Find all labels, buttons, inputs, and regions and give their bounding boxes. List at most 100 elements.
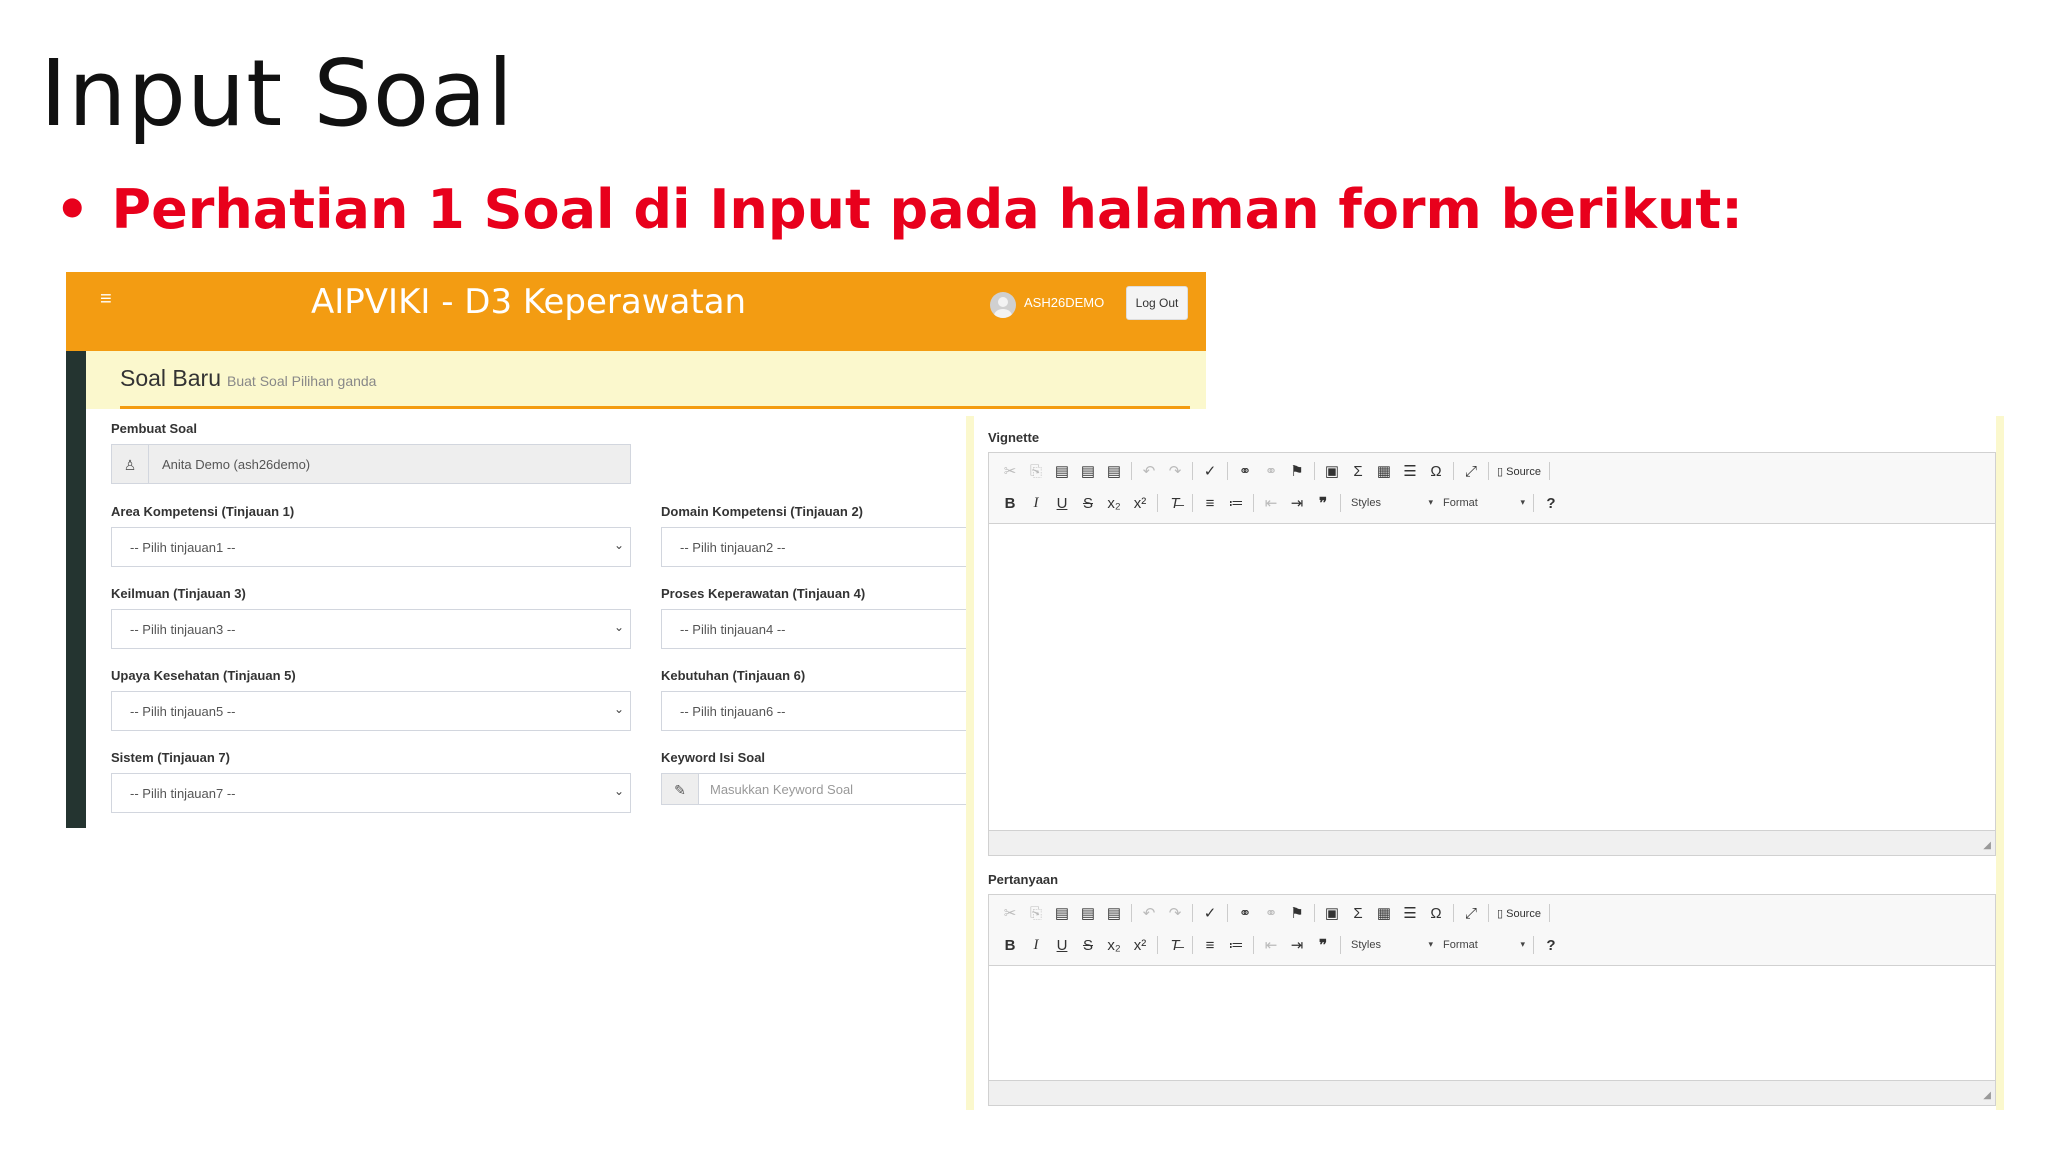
tinjauan5-select[interactable]: -- Pilih tinjauan5 -- ⌄ bbox=[111, 691, 631, 731]
maximize-icon[interactable]: ⤢ bbox=[1458, 463, 1484, 480]
blockquote-icon[interactable]: ❞ bbox=[1310, 936, 1336, 954]
redo-icon[interactable]: ↷ bbox=[1162, 462, 1188, 480]
image-icon[interactable]: ▣ bbox=[1319, 462, 1345, 480]
toolbar-separator bbox=[1131, 904, 1132, 922]
caret-down-icon: ▾ bbox=[1520, 939, 1525, 949]
copy-icon[interactable]: ⎘ bbox=[1023, 905, 1049, 922]
format-dropdown[interactable]: Format ▾ bbox=[1437, 497, 1529, 509]
cut-icon[interactable]: ✂ bbox=[997, 904, 1023, 922]
source-button[interactable]: ▯ Source bbox=[1493, 907, 1545, 920]
tinjauan7-value: -- Pilih tinjauan7 -- bbox=[130, 786, 236, 801]
avatar[interactable] bbox=[990, 292, 1016, 318]
anchor-flag-icon[interactable]: ⚑ bbox=[1284, 904, 1310, 922]
undo-icon[interactable]: ↶ bbox=[1136, 904, 1162, 922]
tinjauan3-value: -- Pilih tinjauan3 -- bbox=[130, 622, 236, 637]
editor-panel: Vignette ✂ ⎘ ▤ ▤ ▤ ↶ ↷ ✓ ⚭ ⚭ ⚑ ▣ Σ ▦ ☰ Ω… bbox=[974, 416, 1996, 1110]
special-char-icon[interactable]: Ω bbox=[1423, 905, 1449, 922]
bulleted-list-icon[interactable]: ≔ bbox=[1223, 494, 1249, 512]
sidebar bbox=[66, 272, 86, 828]
paste-text-icon[interactable]: ▤ bbox=[1075, 904, 1101, 922]
image-icon[interactable]: ▣ bbox=[1319, 904, 1345, 922]
superscript-icon[interactable]: x² bbox=[1127, 495, 1153, 512]
horizontal-line-icon[interactable]: ☰ bbox=[1397, 462, 1423, 480]
paste-text-icon[interactable]: ▤ bbox=[1075, 462, 1101, 480]
subscript-icon[interactable]: x₂ bbox=[1101, 495, 1127, 512]
toolbar-separator bbox=[1192, 462, 1193, 480]
pertanyaan-editor[interactable]: ✂ ⎘ ▤ ▤ ▤ ↶ ↷ ✓ ⚭ ⚭ ⚑ ▣ Σ ▦ ☰ Ω ⤢ ▯ Sour… bbox=[988, 894, 1996, 1106]
superscript-icon[interactable]: x² bbox=[1127, 937, 1153, 954]
source-button[interactable]: ▯ Source bbox=[1493, 465, 1545, 478]
paste-icon[interactable]: ▤ bbox=[1049, 462, 1075, 480]
outdent-icon[interactable]: ⇤ bbox=[1258, 494, 1284, 512]
special-char-icon[interactable]: Ω bbox=[1423, 463, 1449, 480]
underline-icon[interactable]: U bbox=[1049, 495, 1075, 512]
subscript-icon[interactable]: x₂ bbox=[1101, 937, 1127, 954]
unlink-icon[interactable]: ⚭ bbox=[1258, 462, 1284, 480]
indent-icon[interactable]: ⇥ bbox=[1284, 494, 1310, 512]
bold-icon[interactable]: B bbox=[997, 937, 1023, 954]
math-sigma-icon[interactable]: Σ bbox=[1345, 905, 1371, 922]
math-sigma-icon[interactable]: Σ bbox=[1345, 463, 1371, 480]
strikethrough-icon[interactable]: S bbox=[1075, 495, 1101, 512]
tinjauan2-select[interactable]: -- Pilih tinjauan2 -- bbox=[661, 527, 991, 567]
bold-icon[interactable]: B bbox=[997, 495, 1023, 512]
table-icon[interactable]: ▦ bbox=[1371, 904, 1397, 922]
remove-format-icon[interactable]: T̶ bbox=[1162, 495, 1188, 512]
tinjauan3-select[interactable]: -- Pilih tinjauan3 -- ⌄ bbox=[111, 609, 631, 649]
resize-handle-icon[interactable]: ◢ bbox=[1983, 1090, 1991, 1101]
tinjauan1-select[interactable]: -- Pilih tinjauan1 -- ⌄ bbox=[111, 527, 631, 567]
horizontal-line-icon[interactable]: ☰ bbox=[1397, 904, 1423, 922]
anchor-flag-icon[interactable]: ⚑ bbox=[1284, 462, 1310, 480]
user-icon: ♙ bbox=[112, 445, 149, 483]
maximize-icon[interactable]: ⤢ bbox=[1458, 905, 1484, 922]
italic-icon[interactable]: I bbox=[1023, 937, 1049, 954]
logout-button[interactable]: Log Out bbox=[1126, 286, 1188, 320]
spellcheck-icon[interactable]: ✓ bbox=[1197, 462, 1223, 480]
cut-icon[interactable]: ✂ bbox=[997, 462, 1023, 480]
link-icon[interactable]: ⚭ bbox=[1232, 904, 1258, 922]
tinjauan6-select[interactable]: -- Pilih tinjauan6 -- bbox=[661, 691, 991, 731]
tinjauan2-value: -- Pilih tinjauan2 -- bbox=[680, 540, 786, 555]
tinjauan7-label: Sistem (Tinjauan 7) bbox=[111, 750, 230, 765]
styles-dropdown[interactable]: Styles ▾ bbox=[1345, 497, 1437, 509]
styles-dropdown[interactable]: Styles ▾ bbox=[1345, 939, 1437, 951]
toolbar-separator bbox=[1533, 936, 1534, 954]
numbered-list-icon[interactable]: ≡ bbox=[1197, 495, 1223, 512]
blockquote-icon[interactable]: ❞ bbox=[1310, 494, 1336, 512]
table-icon[interactable]: ▦ bbox=[1371, 462, 1397, 480]
toolbar-separator bbox=[1533, 494, 1534, 512]
tinjauan7-select[interactable]: -- Pilih tinjauan7 -- ⌄ bbox=[111, 773, 631, 813]
vignette-editor[interactable]: ✂ ⎘ ▤ ▤ ▤ ↶ ↷ ✓ ⚭ ⚭ ⚑ ▣ Σ ▦ ☰ Ω ⤢ ▯ Sour… bbox=[988, 452, 1996, 856]
link-icon[interactable]: ⚭ bbox=[1232, 462, 1258, 480]
undo-icon[interactable]: ↶ bbox=[1136, 462, 1162, 480]
numbered-list-icon[interactable]: ≡ bbox=[1197, 937, 1223, 954]
editor-screenshot: Vignette ✂ ⎘ ▤ ▤ ▤ ↶ ↷ ✓ ⚭ ⚭ ⚑ ▣ Σ ▦ ☰ Ω… bbox=[966, 416, 2004, 1110]
copy-icon[interactable]: ⎘ bbox=[1023, 463, 1049, 480]
toolbar-separator bbox=[1227, 462, 1228, 480]
keyword-input[interactable]: ✎ Masukkan Keyword Soal bbox=[661, 773, 991, 805]
resize-handle-icon[interactable]: ◢ bbox=[1983, 840, 1991, 851]
indent-icon[interactable]: ⇥ bbox=[1284, 936, 1310, 954]
help-icon[interactable]: ? bbox=[1538, 495, 1564, 512]
menu-icon[interactable]: ≡ bbox=[100, 288, 112, 311]
paste-icon[interactable]: ▤ bbox=[1049, 904, 1075, 922]
bullet-text: Perhatian 1 Soal di Input pada halaman f… bbox=[111, 178, 1743, 241]
remove-format-icon[interactable]: T̶ bbox=[1162, 937, 1188, 954]
spellcheck-icon[interactable]: ✓ bbox=[1197, 904, 1223, 922]
username[interactable]: ASH26DEMO bbox=[1024, 295, 1104, 310]
paste-word-icon[interactable]: ▤ bbox=[1101, 462, 1127, 480]
format-label: Format bbox=[1443, 939, 1478, 951]
strikethrough-icon[interactable]: S bbox=[1075, 937, 1101, 954]
paste-word-icon[interactable]: ▤ bbox=[1101, 904, 1127, 922]
vignette-toolbar: ✂ ⎘ ▤ ▤ ▤ ↶ ↷ ✓ ⚭ ⚭ ⚑ ▣ Σ ▦ ☰ Ω ⤢ ▯ Sour… bbox=[989, 453, 1995, 524]
toolbar-separator bbox=[1488, 462, 1489, 480]
redo-icon[interactable]: ↷ bbox=[1162, 904, 1188, 922]
bulleted-list-icon[interactable]: ≔ bbox=[1223, 936, 1249, 954]
outdent-icon[interactable]: ⇤ bbox=[1258, 936, 1284, 954]
format-dropdown[interactable]: Format ▾ bbox=[1437, 939, 1529, 951]
tinjauan4-select[interactable]: -- Pilih tinjauan4 -- bbox=[661, 609, 991, 649]
italic-icon[interactable]: I bbox=[1023, 495, 1049, 512]
help-icon[interactable]: ? bbox=[1538, 937, 1564, 954]
unlink-icon[interactable]: ⚭ bbox=[1258, 904, 1284, 922]
underline-icon[interactable]: U bbox=[1049, 937, 1075, 954]
